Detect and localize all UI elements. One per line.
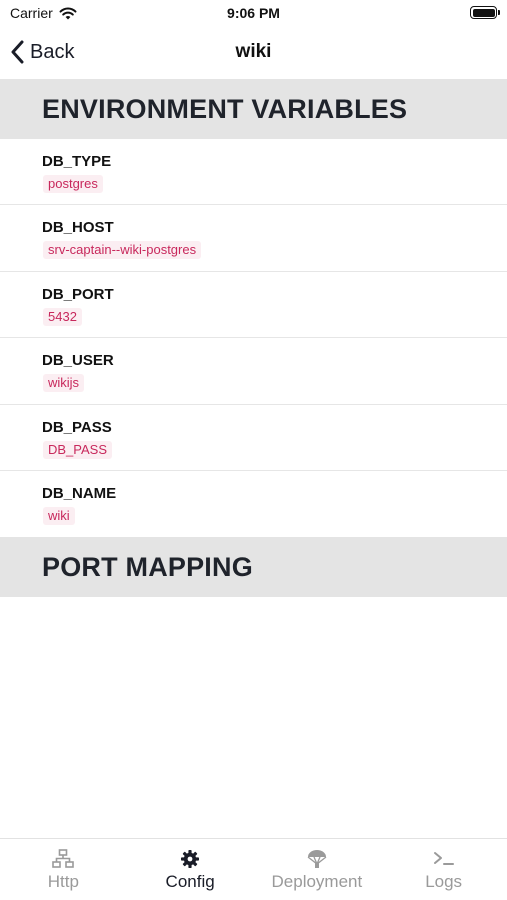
tab-bar: Http Config Deployment Logs — [0, 838, 507, 900]
env-var-row[interactable]: DB_PORT 5432 — [0, 272, 507, 339]
terminal-icon — [433, 852, 454, 865]
network-icon — [52, 849, 75, 868]
tab-http[interactable]: Http — [0, 839, 127, 900]
nav-bar: Back wiki — [0, 28, 507, 78]
env-var-key: DB_NAME — [42, 484, 117, 502]
env-var-value: wiki — [43, 506, 75, 525]
env-var-key: DB_HOST — [42, 219, 114, 237]
env-section-header: ENVIRONMENT VARIABLES — [0, 79, 507, 139]
tab-logs[interactable]: Logs — [380, 839, 507, 900]
port-section-title: PORT MAPPING — [42, 551, 253, 582]
env-var-value: srv-captain--wiki-postgres — [43, 241, 202, 260]
page-title: wiki — [235, 41, 272, 62]
port-section-header: PORT MAPPING — [0, 537, 507, 597]
screen: Carrier 9:06 PM Back wiki ENVIRONMENT VA… — [0, 0, 507, 900]
status-bar: Carrier 9:06 PM — [0, 0, 507, 28]
env-var-key: DB_PASS — [42, 418, 112, 436]
tab-label: Http — [47, 872, 79, 891]
env-var-key: DB_PORT — [42, 285, 114, 303]
env-var-key: DB_TYPE — [42, 153, 112, 170]
env-var-value: 5432 — [43, 307, 82, 326]
env-section-title: ENVIRONMENT VARIABLES — [42, 93, 408, 124]
tab-label: Logs — [425, 872, 463, 891]
gear-icon — [181, 850, 200, 868]
env-var-row[interactable]: DB_TYPE postgres — [0, 139, 507, 206]
env-var-row[interactable]: DB_PASS DB_PASS — [0, 405, 507, 471]
env-var-value: DB_PASS — [43, 440, 113, 459]
env-var-row[interactable]: DB_USER wikijs — [0, 338, 507, 405]
tab-deployment[interactable]: Deployment — [254, 839, 381, 900]
tab-label: Deployment — [271, 872, 363, 891]
env-var-key: DB_USER — [42, 352, 114, 370]
battery-icon — [470, 6, 500, 19]
tab-config[interactable]: Config — [127, 839, 254, 900]
status-time: 9:06 PM — [227, 5, 280, 21]
env-var-value: wikijs — [43, 374, 85, 393]
parachute-icon — [307, 850, 327, 868]
env-var-row[interactable]: DB_HOST srv-captain--wiki-postgres — [0, 205, 507, 272]
env-var-list: DB_TYPE postgres DB_HOST srv-captain--wi… — [0, 139, 507, 537]
env-var-row[interactable]: DB_NAME wiki — [0, 471, 507, 537]
tab-label: Config — [165, 872, 215, 891]
env-var-value: postgres — [43, 175, 103, 193]
